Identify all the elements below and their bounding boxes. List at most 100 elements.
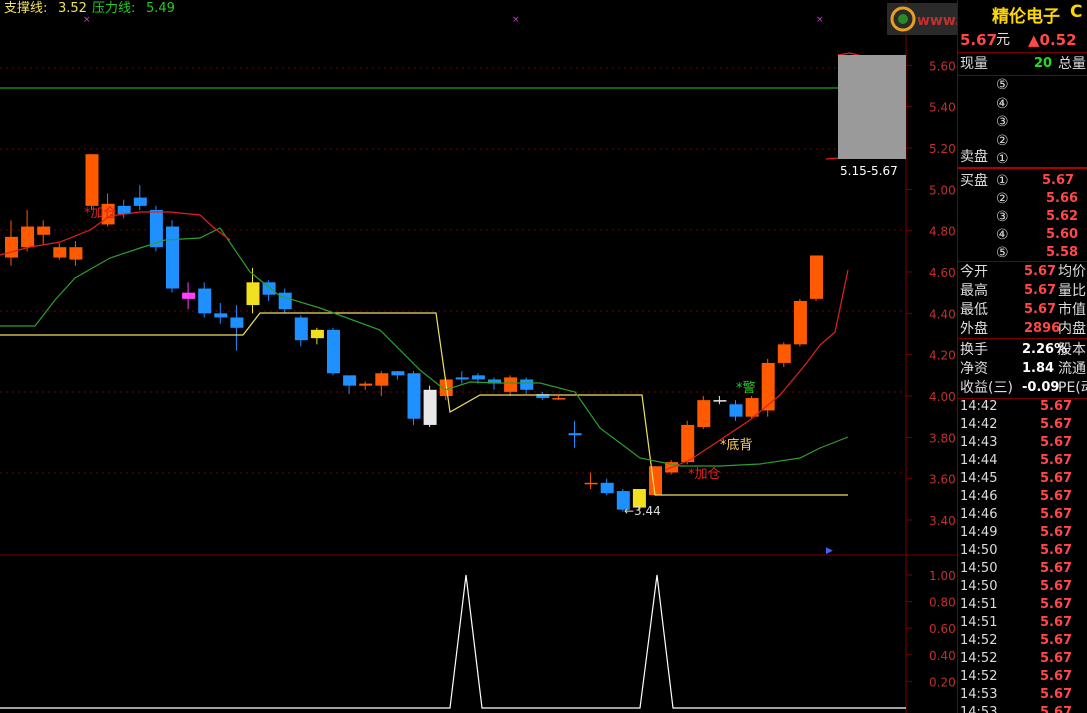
candle — [310, 327, 324, 345]
tick-price: 5.67 — [1040, 489, 1073, 504]
scroll-marker-icon[interactable]: ▶ — [826, 546, 833, 556]
candle — [214, 302, 228, 324]
price-axis-tick: 3.40 — [929, 514, 956, 528]
tick-row[interactable]: 14:42 5.67 — [958, 398, 1087, 416]
level-price: 5.58 — [1046, 245, 1079, 260]
osc-axis-tick: 1.00 — [929, 569, 956, 583]
candle — [649, 466, 662, 496]
stat-label: 净资 — [960, 361, 988, 377]
level-number: ⑤ — [996, 77, 1009, 93]
price-row: 5.67 元 ▲0.52 — [958, 31, 1087, 49]
stat-label-right: PE(动 — [1058, 380, 1087, 396]
price-change: ▲0.52 — [1028, 31, 1077, 49]
price-range-box — [838, 55, 906, 159]
stat-label: 今开 — [960, 264, 988, 280]
candle — [230, 305, 244, 351]
stat-value: 5.67 — [1024, 264, 1057, 279]
price-axis-tick: 4.40 — [929, 307, 956, 321]
stat-label-right: 均价 — [1058, 264, 1086, 280]
level-price: 5.60 — [1046, 227, 1079, 242]
tick-row[interactable]: 14:53 5.67 — [958, 704, 1087, 713]
sell-level-row: ③ — [958, 113, 1087, 131]
resistance-value: 5.49 — [146, 1, 175, 16]
candle — [37, 220, 51, 246]
total-volume-label: 总量 — [1058, 56, 1086, 72]
candle — [552, 395, 566, 401]
tick-time: 14:52 — [960, 651, 998, 666]
tick-row[interactable]: 14:44 5.67 — [958, 452, 1087, 470]
stat-row: 换手 2.26% 股本 — [958, 341, 1087, 359]
candle — [182, 282, 196, 310]
tick-row[interactable]: 14:50 5.67 — [958, 560, 1087, 578]
annotation-add-position: *加仓 — [84, 206, 117, 221]
stat-label-right: 市值 — [1058, 302, 1086, 318]
osc-axis-tick: 0.40 — [929, 649, 956, 663]
tick-price: 5.67 — [1040, 705, 1073, 713]
tick-time: 14:43 — [960, 435, 998, 450]
kline-chart[interactable]: 5.805.605.405.205.004.804.604.404.204.00… — [0, 0, 957, 713]
buy-level-row: ③ 5.62 — [958, 208, 1087, 226]
watermark-text: www.55188.com — [917, 13, 957, 29]
tick-price: 5.67 — [1040, 669, 1073, 684]
candle — [343, 375, 357, 394]
oscillator-line — [0, 574, 906, 709]
candle — [536, 391, 550, 401]
tick-row[interactable]: 14:43 5.67 — [958, 434, 1087, 452]
candle — [198, 282, 212, 318]
tick-row[interactable]: 14:52 5.67 — [958, 668, 1087, 686]
price-axis-tick: 5.20 — [929, 142, 956, 156]
tick-row[interactable]: 14:52 5.67 — [958, 650, 1087, 668]
tick-row[interactable]: 14:50 5.67 — [958, 578, 1087, 596]
candle — [117, 199, 131, 219]
level-number: ③ — [996, 209, 1009, 225]
tick-time: 14:51 — [960, 615, 998, 630]
tick-row[interactable]: 14:50 5.67 — [958, 542, 1087, 560]
candle — [327, 327, 340, 376]
candle — [21, 209, 35, 252]
tick-price: 5.67 — [1040, 417, 1073, 432]
price-axis-tick: 4.00 — [929, 390, 956, 404]
tick-time: 14:44 — [960, 453, 998, 468]
level-price: 5.66 — [1046, 191, 1079, 206]
tick-time: 14:53 — [960, 687, 998, 702]
tick-row[interactable]: 14:46 5.67 — [958, 506, 1087, 524]
tick-time: 14:42 — [960, 417, 998, 432]
last-price: 5.67 — [960, 31, 998, 49]
volume-value: 20 — [1034, 56, 1053, 71]
osc-axis-tick: 0.80 — [929, 596, 956, 610]
tick-time: 14:51 — [960, 597, 998, 612]
stat-row: 今开 5.67 均价 — [958, 263, 1087, 281]
bid-ask-divider — [958, 167, 1087, 169]
tick-time: 14:50 — [960, 561, 998, 576]
tick-price: 5.67 — [1040, 687, 1073, 702]
stat-row: 收益(三) -0.09PE(动 — [958, 379, 1087, 397]
tick-row[interactable]: 14:46 5.67 — [958, 488, 1087, 506]
tick-price: 5.67 — [1040, 651, 1073, 666]
tick-row[interactable]: 14:49 5.67 — [958, 524, 1087, 542]
candle — [600, 478, 614, 496]
stock-name-suffix: C — [1070, 2, 1083, 22]
price-axis-tick: 5.00 — [929, 183, 956, 197]
stat-label: 外盘 — [960, 321, 988, 337]
candles-layer — [5, 154, 823, 512]
tick-row[interactable]: 14:45 5.67 — [958, 470, 1087, 488]
level-number: ④ — [996, 227, 1009, 243]
candle — [5, 220, 18, 266]
tick-row[interactable]: 14:52 5.67 — [958, 632, 1087, 650]
level-number: ⑤ — [996, 245, 1009, 261]
price-range-label: 5.15-5.67 — [840, 164, 898, 178]
price-axis-tick: 5.40 — [929, 101, 956, 115]
stat-value: 1.84 — [1022, 361, 1055, 376]
tick-price: 5.67 — [1040, 543, 1073, 558]
level-number: ② — [996, 191, 1009, 207]
resistance-label: 压力线: — [92, 1, 135, 16]
tick-price: 5.67 — [1040, 399, 1073, 414]
stat-value: -0.09 — [1022, 380, 1060, 395]
tick-row[interactable]: 14:53 5.67 — [958, 686, 1087, 704]
stat-row: 外盘 2896 内盘 — [958, 320, 1087, 338]
tick-row[interactable]: 14:42 5.67 — [958, 416, 1087, 434]
stat-row: 最低 5.67 市值 — [958, 301, 1087, 319]
tick-price: 5.67 — [1040, 507, 1073, 522]
tick-row[interactable]: 14:51 5.67 — [958, 614, 1087, 632]
tick-row[interactable]: 14:51 5.67 — [958, 596, 1087, 614]
